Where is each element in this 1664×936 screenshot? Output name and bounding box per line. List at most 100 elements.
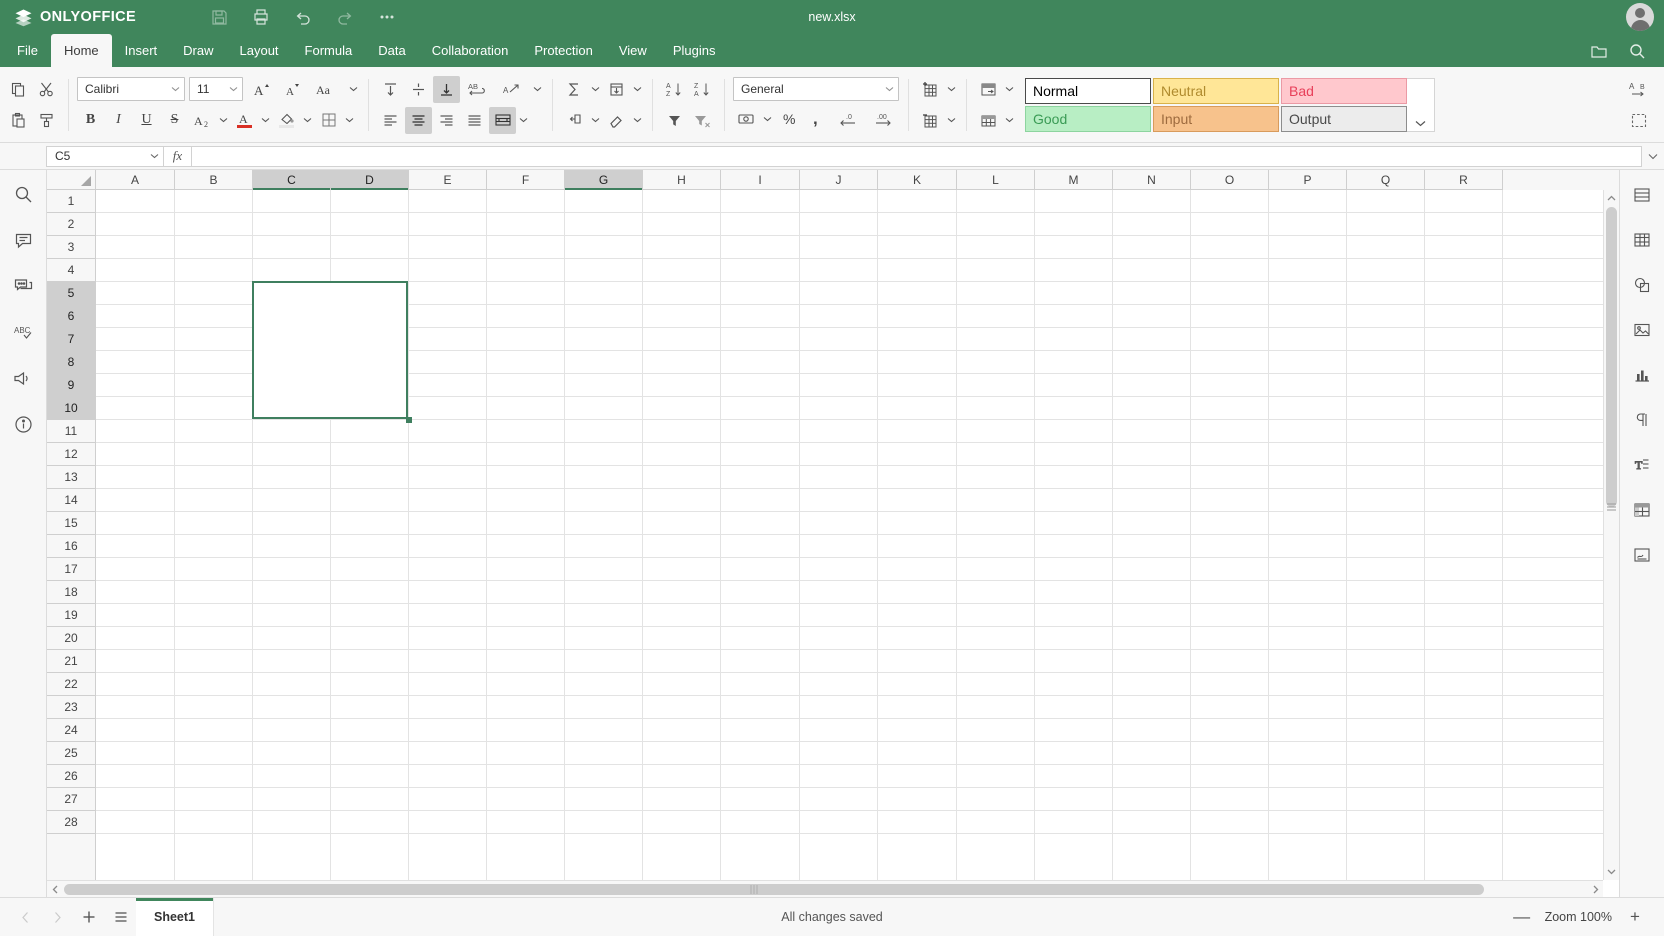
tab-formula[interactable]: Formula xyxy=(292,34,366,67)
column-header-M[interactable]: M xyxy=(1035,170,1113,190)
sort-descending-button[interactable]: ZA xyxy=(689,76,716,103)
subscript-chevron-icon[interactable] xyxy=(217,107,230,134)
accounting-format-button[interactable] xyxy=(733,105,760,132)
row-header-8[interactable]: 8 xyxy=(47,351,95,374)
cell-style-bad[interactable]: Bad xyxy=(1281,77,1407,104)
change-case-chevron-icon[interactable] xyxy=(347,76,360,103)
sheet-list-button[interactable] xyxy=(106,902,136,932)
cut-button[interactable] xyxy=(33,76,60,103)
cell-styles-more-button[interactable] xyxy=(1407,77,1435,132)
search-icon[interactable] xyxy=(7,178,39,210)
increment-font-size-button[interactable]: A xyxy=(247,76,274,103)
accounting-format-chevron-icon[interactable] xyxy=(761,105,774,132)
replace-button[interactable]: AB xyxy=(1625,76,1652,103)
column-header-I[interactable]: I xyxy=(721,170,800,190)
zoom-out-button[interactable]: — xyxy=(1509,904,1535,930)
conditional-formatting-chevron-icon[interactable] xyxy=(1003,76,1016,103)
row-header-28[interactable]: 28 xyxy=(47,811,95,834)
text-art-settings-icon[interactable]: T xyxy=(1627,450,1657,480)
clear-chevron-icon[interactable] xyxy=(631,107,644,134)
vertical-scroll-thumb[interactable] xyxy=(1606,207,1617,507)
row-header-14[interactable]: 14 xyxy=(47,489,95,512)
row-header-17[interactable]: 17 xyxy=(47,558,95,581)
italic-button[interactable]: I xyxy=(105,107,132,134)
wrap-text-button[interactable]: AB xyxy=(461,76,495,103)
select-all-button[interactable] xyxy=(1625,107,1652,134)
formula-input[interactable] xyxy=(192,145,1642,167)
scroll-up-button[interactable] xyxy=(1604,190,1620,207)
cell-style-good[interactable]: Good xyxy=(1025,105,1151,132)
comma-style-button[interactable]: , xyxy=(803,105,830,132)
column-header-G[interactable]: G xyxy=(565,170,643,190)
row-header-13[interactable]: 13 xyxy=(47,466,95,489)
cell-style-input[interactable]: Input xyxy=(1153,105,1279,132)
strikeout-button[interactable]: S xyxy=(161,107,188,134)
print-icon[interactable] xyxy=(240,2,282,32)
align-right-button[interactable] xyxy=(433,107,460,134)
image-settings-icon[interactable] xyxy=(1627,315,1657,345)
subscript-button[interactable]: A2 xyxy=(189,107,216,134)
insert-function-button[interactable] xyxy=(561,107,588,134)
change-case-button[interactable]: Aa xyxy=(309,76,343,103)
feedback-icon[interactable] xyxy=(7,362,39,394)
search-icon[interactable] xyxy=(1620,36,1654,66)
sheet-tab-sheet1[interactable]: Sheet1 xyxy=(136,897,214,936)
decrement-font-size-button[interactable]: A xyxy=(278,76,305,103)
align-left-button[interactable] xyxy=(377,107,404,134)
row-header-10[interactable]: 10 xyxy=(47,397,95,420)
redo-icon[interactable] xyxy=(324,2,366,32)
add-sheet-button[interactable] xyxy=(74,902,104,932)
conditional-formatting-button[interactable] xyxy=(975,76,1002,103)
tab-plugins[interactable]: Plugins xyxy=(660,34,729,67)
insert-cells-button[interactable] xyxy=(917,76,944,103)
column-header-Q[interactable]: Q xyxy=(1347,170,1425,190)
grid-cells[interactable] xyxy=(96,190,1619,897)
row-header-21[interactable]: 21 xyxy=(47,650,95,673)
column-header-C[interactable]: C xyxy=(253,170,331,190)
decrease-decimal-button[interactable]: .0 xyxy=(831,105,865,132)
orientation-chevron-icon[interactable] xyxy=(531,76,544,103)
autosum-chevron-icon[interactable] xyxy=(589,76,602,103)
insert-function-chevron-icon[interactable] xyxy=(589,107,602,134)
row-header-5[interactable]: 5 xyxy=(47,282,95,305)
fill-color-button[interactable] xyxy=(273,107,300,134)
column-header-A[interactable]: A xyxy=(96,170,175,190)
row-header-1[interactable]: 1 xyxy=(47,190,95,213)
spreadsheet-grid[interactable]: ABCDEFGHIJKLMNOPQR 1 2 3 4 5 6 7 8 9 10 11 12 13 14 15… xyxy=(47,170,1619,897)
signature-settings-icon[interactable] xyxy=(1627,540,1657,570)
row-header-12[interactable]: 12 xyxy=(47,443,95,466)
font-color-button[interactable]: A xyxy=(231,107,258,134)
shape-settings-icon[interactable] xyxy=(1627,270,1657,300)
copy-style-button[interactable] xyxy=(33,107,60,134)
row-header-26[interactable]: 26 xyxy=(47,765,95,788)
row-header-19[interactable]: 19 xyxy=(47,604,95,627)
tab-file[interactable]: File xyxy=(4,34,51,67)
column-header-L[interactable]: L xyxy=(957,170,1035,190)
fill-handle[interactable] xyxy=(406,417,412,423)
insert-function-icon[interactable]: fx xyxy=(164,145,192,167)
name-box[interactable]: C5 xyxy=(46,145,164,167)
undo-icon[interactable] xyxy=(282,2,324,32)
row-header-7[interactable]: 7 xyxy=(47,328,95,351)
row-header-9[interactable]: 9 xyxy=(47,374,95,397)
column-header-F[interactable]: F xyxy=(487,170,565,190)
increase-decimal-button[interactable]: .00 xyxy=(866,105,900,132)
cell-style-normal[interactable]: Normal xyxy=(1025,77,1151,104)
row-header-18[interactable]: 18 xyxy=(47,581,95,604)
horizontal-scrollbar[interactable] xyxy=(47,880,1603,897)
clear-filter-button[interactable] xyxy=(689,107,716,134)
font-name-select[interactable]: Calibri xyxy=(77,77,185,101)
scroll-right-button[interactable] xyxy=(1587,881,1603,898)
previous-sheet-button[interactable] xyxy=(10,902,40,932)
align-top-button[interactable] xyxy=(377,76,404,103)
row-header-4[interactable]: 4 xyxy=(47,259,95,282)
next-sheet-button[interactable] xyxy=(42,902,72,932)
paste-button[interactable] xyxy=(5,107,32,134)
align-bottom-button[interactable] xyxy=(433,75,460,103)
row-header-27[interactable]: 27 xyxy=(47,788,95,811)
expand-formula-bar-chevron-icon[interactable] xyxy=(1642,153,1664,160)
tab-home[interactable]: Home xyxy=(50,34,112,67)
horizontal-split-grip[interactable] xyxy=(747,885,761,894)
row-header-16[interactable]: 16 xyxy=(47,535,95,558)
borders-chevron-icon[interactable] xyxy=(343,107,356,134)
